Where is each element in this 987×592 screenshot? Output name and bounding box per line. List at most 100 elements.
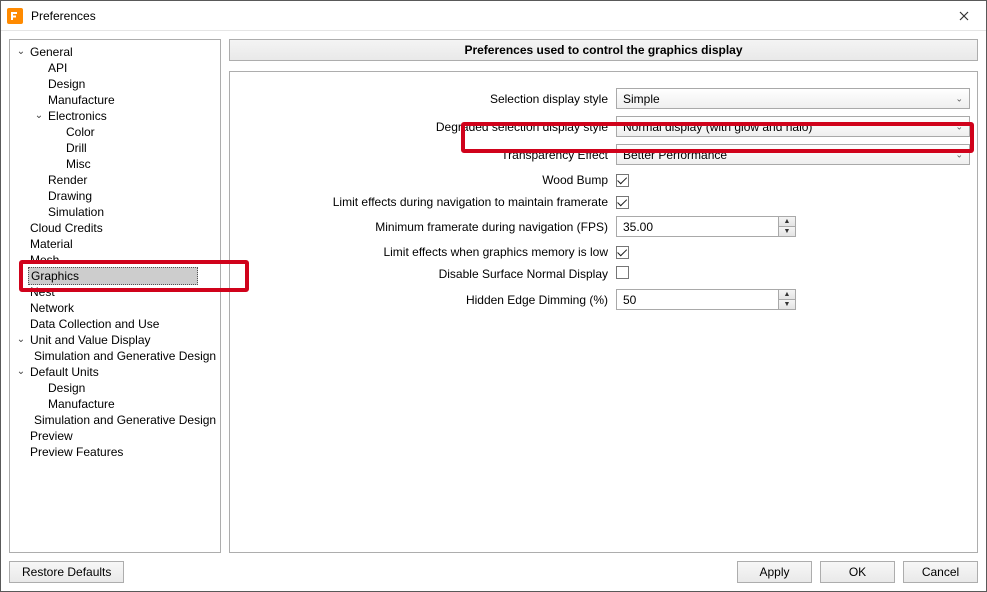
select-degraded-style[interactable]: Normal display (with glow and halo) ⌄: [616, 116, 970, 137]
label-min-framerate: Minimum framerate during navigation (FPS…: [230, 220, 610, 234]
tree-label: Graphics: [28, 267, 198, 285]
button-label: Apply: [759, 565, 789, 579]
button-label: Restore Defaults: [22, 565, 111, 579]
tree-item-color[interactable]: Color: [50, 124, 218, 140]
tree-label: Simulation and Generative Design: [32, 348, 218, 364]
spinner-hidden-edge[interactable]: 50 ▲ ▼: [616, 289, 796, 310]
close-button[interactable]: [941, 1, 986, 31]
nav-tree: ⌄General API Design Manufacture ⌄Electro…: [12, 44, 218, 460]
select-value: Better Performance: [623, 148, 727, 162]
tree-item-drill[interactable]: Drill: [50, 140, 218, 156]
chevron-down-icon: ⌄: [955, 149, 963, 160]
select-selection-style[interactable]: Simple ⌄: [616, 88, 970, 109]
tree-label: Design: [46, 380, 87, 396]
dialog-body: ⌄General API Design Manufacture ⌄Electro…: [1, 31, 986, 553]
apply-button[interactable]: Apply: [737, 561, 812, 583]
tree-item-du-sim-gen[interactable]: Simulation and Generative Design: [32, 412, 218, 428]
tree-item-network[interactable]: Network: [14, 300, 218, 316]
tree-item-data-collection[interactable]: Data Collection and Use: [14, 316, 218, 332]
tree-label: Color: [64, 124, 97, 140]
tree-label: Preview: [28, 428, 75, 444]
tree-item-sim-gen[interactable]: Simulation and Generative Design: [32, 348, 218, 364]
button-label: Cancel: [922, 565, 959, 579]
settings-content: Selection display style Simple ⌄ Degrade…: [229, 71, 978, 553]
tree-label: Nest: [28, 284, 57, 300]
tree-panel[interactable]: ⌄General API Design Manufacture ⌄Electro…: [9, 39, 221, 553]
label-selection-style: Selection display style: [230, 92, 610, 106]
checkbox-limit-effects-nav[interactable]: [616, 196, 629, 209]
spinner-up-icon[interactable]: ▲: [779, 290, 795, 300]
select-value: Simple: [623, 92, 660, 106]
tree-item-cloud-credits[interactable]: Cloud Credits: [14, 220, 218, 236]
label-disable-normal: Disable Surface Normal Display: [230, 267, 610, 281]
right-panel: Preferences used to control the graphics…: [229, 39, 978, 553]
chevron-down-icon[interactable]: ⌄: [14, 332, 28, 348]
tree-item-preview-features[interactable]: Preview Features: [14, 444, 218, 460]
label-hidden-edge: Hidden Edge Dimming (%): [230, 293, 610, 307]
tree-item-unit-value[interactable]: ⌄Unit and Value Display Simulation and G…: [14, 332, 218, 364]
tree-item-default-units[interactable]: ⌄Default Units Design Manufacture Simula…: [14, 364, 218, 428]
preferences-window: Preferences ⌄General API Design Manufact…: [0, 0, 987, 592]
chevron-down-icon[interactable]: ⌄: [14, 44, 28, 60]
select-transparency[interactable]: Better Performance ⌄: [616, 144, 970, 165]
tree-label: API: [46, 60, 69, 76]
spinner-down-icon[interactable]: ▼: [779, 227, 795, 236]
label-limit-effects-nav: Limit effects during navigation to maint…: [230, 195, 610, 209]
tree-item-mesh[interactable]: Mesh: [14, 252, 218, 268]
tree-label: Design: [46, 76, 87, 92]
chevron-down-icon[interactable]: ⌄: [32, 108, 46, 124]
tree-item-material[interactable]: Material: [14, 236, 218, 252]
spinner-down-icon[interactable]: ▼: [779, 300, 795, 309]
label-wood-bump: Wood Bump: [230, 173, 610, 187]
tree-item-graphics[interactable]: Graphics: [14, 268, 218, 284]
tree-item-nest[interactable]: Nest: [14, 284, 218, 300]
tree-item-drawing[interactable]: Drawing: [32, 188, 218, 204]
checkbox-limit-effects-mem[interactable]: [616, 246, 629, 259]
window-title: Preferences: [31, 9, 941, 23]
restore-defaults-button[interactable]: Restore Defaults: [9, 561, 124, 583]
checkbox-wood-bump[interactable]: [616, 174, 629, 187]
tree-label: Network: [28, 300, 76, 316]
tree-item-manufacture[interactable]: Manufacture: [32, 92, 218, 108]
tree-item-design[interactable]: Design: [32, 76, 218, 92]
chevron-down-icon: ⌄: [955, 93, 963, 104]
tree-label: Unit and Value Display: [28, 332, 153, 348]
tree-label: Simulation: [46, 204, 106, 220]
tree-label: Manufacture: [46, 396, 117, 412]
tree-item-du-manufacture[interactable]: Manufacture: [32, 396, 218, 412]
label-transparency: Transparency Effect: [230, 148, 610, 162]
tree-label: Simulation and Generative Design: [32, 412, 218, 428]
tree-item-general[interactable]: ⌄General API Design Manufacture ⌄Electro…: [14, 44, 218, 220]
tree-label: Misc: [64, 156, 93, 172]
tree-label: General: [28, 44, 75, 60]
tree-label: Render: [46, 172, 89, 188]
select-value: Normal display (with glow and halo): [623, 120, 812, 134]
tree-item-render[interactable]: Render: [32, 172, 218, 188]
tree-label: Manufacture: [46, 92, 117, 108]
tree-label: Drill: [64, 140, 89, 156]
cancel-button[interactable]: Cancel: [903, 561, 978, 583]
app-icon: [7, 8, 23, 24]
titlebar: Preferences: [1, 1, 986, 31]
ok-button[interactable]: OK: [820, 561, 895, 583]
tree-label: Drawing: [46, 188, 94, 204]
label-limit-effects-mem: Limit effects when graphics memory is lo…: [230, 245, 610, 259]
tree-label: Cloud Credits: [28, 220, 105, 236]
tree-item-api[interactable]: API: [32, 60, 218, 76]
dialog-footer: Restore Defaults Apply OK Cancel: [1, 553, 986, 591]
chevron-down-icon: ⌄: [955, 121, 963, 132]
tree-item-electronics[interactable]: ⌄Electronics Color Drill Misc: [32, 108, 218, 172]
tree-item-misc[interactable]: Misc: [50, 156, 218, 172]
checkbox-disable-normal[interactable]: [616, 266, 629, 279]
tree-item-du-design[interactable]: Design: [32, 380, 218, 396]
button-label: OK: [849, 565, 866, 579]
tree-item-simulation[interactable]: Simulation: [32, 204, 218, 220]
tree-label: Preview Features: [28, 444, 125, 460]
chevron-down-icon[interactable]: ⌄: [14, 364, 28, 380]
tree-label: Data Collection and Use: [28, 316, 161, 332]
label-degraded-style: Degraded selection display style: [230, 120, 610, 134]
spinner-min-framerate[interactable]: 35.00 ▲ ▼: [616, 216, 796, 237]
spinner-up-icon[interactable]: ▲: [779, 217, 795, 227]
tree-item-preview[interactable]: Preview: [14, 428, 218, 444]
tree-label: Mesh: [28, 252, 61, 268]
